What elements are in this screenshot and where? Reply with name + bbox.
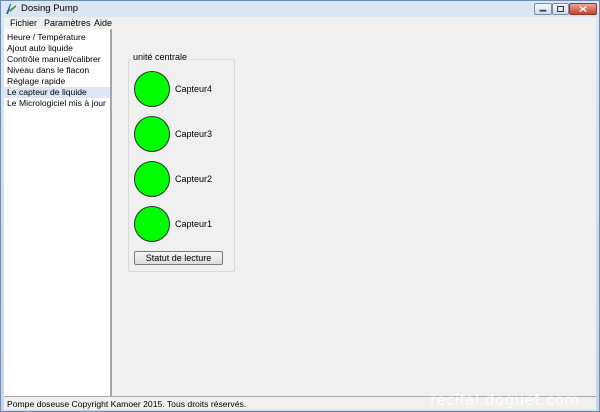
app-logo-icon [5,3,17,15]
sensor-3: Capteur3 [134,116,224,152]
sensor-status-led [134,116,170,152]
menu-aide[interactable]: Aide [94,18,112,28]
window-title: Dosing Pump [21,3,79,14]
maximize-button[interactable] [552,3,569,15]
sensor-status-led [134,206,170,242]
sidebar-item-ajout-auto-liquide[interactable]: Ajout auto liquide [4,43,110,54]
sensor-status-led [134,71,170,107]
main-panel: unité centrale Capteur4 Capteur3 Capteur… [112,29,596,396]
sensor-label: Capteur2 [175,174,213,184]
close-button[interactable] [569,3,597,15]
menu-parametres[interactable]: Paramètres [44,18,91,28]
sidebar-item-niveau-flacon[interactable]: Niveau dans le flacon [4,65,110,76]
copyright-text: Pompe doseuse Copyright Kamoer 2015. Tou… [7,399,247,409]
sensor-2: Capteur2 [134,161,224,197]
sensor-label: Capteur3 [175,129,213,139]
sensor-4: Capteur4 [134,71,224,107]
sidebar-item-heure-temperature[interactable]: Heure / Température [4,32,110,43]
sidebar-item-capteur-liquide[interactable]: Le capteur de liquide [4,87,110,98]
sidebar-nav: Heure / Température Ajout auto liquide C… [4,29,112,396]
minimize-button[interactable] [534,3,552,15]
title-bar[interactable]: Dosing Pump [1,1,599,17]
group-title: unité centrale [131,52,190,62]
watermark: recifal.doguet.com [430,391,580,409]
sidebar-item-reglage-rapide[interactable]: Réglage rapide [4,76,110,87]
menu-fichier[interactable]: Fichier [10,18,37,28]
read-status-button[interactable]: Statut de lecture [134,251,223,265]
app-window: Dosing Pump Fichier Paramètres Aide Heur… [0,0,600,412]
sensor-label: Capteur1 [175,219,213,229]
client-area: Heure / Température Ajout auto liquide C… [4,29,596,410]
sidebar-item-micrologiciel[interactable]: Le Micrologiciel mis à jour [4,98,110,109]
sidebar-item-controle-manuel[interactable]: Contrôle manuel/calibrer [4,54,110,65]
sensor-1: Capteur1 [134,206,224,242]
menu-bar: Fichier Paramètres Aide [4,17,596,29]
sensor-status-led [134,161,170,197]
sensor-label: Capteur4 [175,84,213,94]
